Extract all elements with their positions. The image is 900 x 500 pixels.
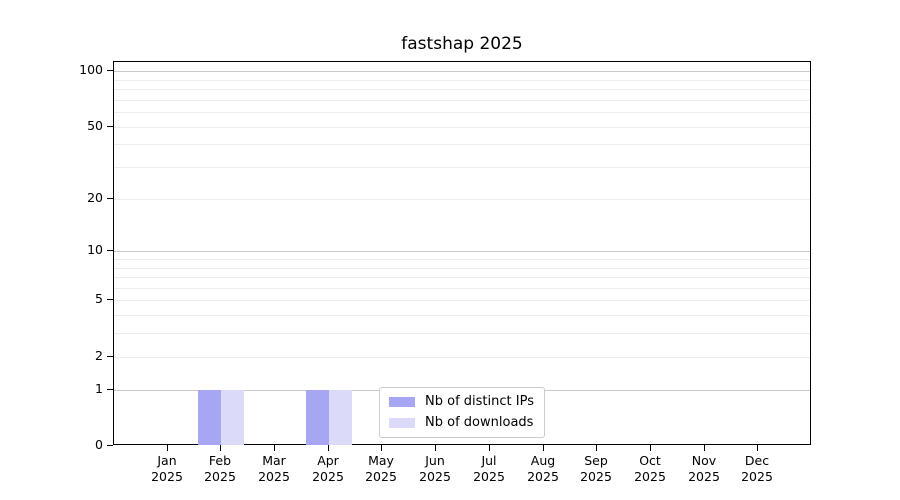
gridline-minor [114, 100, 810, 101]
legend-item: Nb of distinct IPs [389, 394, 534, 410]
legend-swatch [389, 418, 415, 428]
x-tick-mark [704, 445, 705, 451]
gridline-minor [114, 300, 810, 301]
y-tick-label: 1 [40, 381, 103, 397]
gridline-minor [114, 315, 810, 316]
x-tick-month: Dec [725, 453, 789, 469]
legend-label: Nb of downloads [425, 415, 533, 431]
x-tick-mark [435, 445, 436, 451]
plot-area: Nb of distinct IPs Nb of downloads [113, 61, 811, 445]
gridline-minor [114, 268, 810, 269]
x-tick-mark [489, 445, 490, 451]
gridline-minor [114, 167, 810, 168]
gridline-minor [114, 144, 810, 145]
gridline-minor [114, 357, 810, 358]
y-tick-mark [107, 299, 113, 300]
gridline-minor [114, 127, 810, 128]
y-tick-label: 2 [40, 348, 103, 364]
y-tick-mark [107, 198, 113, 199]
x-tick-mark [596, 445, 597, 451]
gridline-major [114, 71, 810, 72]
y-tick-mark [107, 250, 113, 251]
x-tick-mark [274, 445, 275, 451]
gridline-minor [114, 112, 810, 113]
gridline-minor [114, 259, 810, 260]
bar-nb-of-downloads [221, 390, 244, 445]
legend: Nb of distinct IPs Nb of downloads [379, 387, 545, 438]
chart-title: fastshap 2025 [113, 33, 811, 55]
gridline-minor [114, 277, 810, 278]
y-tick-label: 20 [40, 190, 103, 206]
y-tick-mark [107, 389, 113, 390]
gridline-minor [114, 80, 810, 81]
bar-nb-of-distinct-ips [306, 390, 329, 445]
x-tick-mark [543, 445, 544, 451]
y-tick-mark [107, 445, 113, 446]
x-tick-mark [381, 445, 382, 451]
legend-item: Nb of downloads [389, 415, 534, 431]
y-tick-label: 0 [40, 437, 103, 453]
gridline-major [114, 251, 810, 252]
x-tick-year: 2025 [725, 469, 789, 485]
gridline-minor [114, 333, 810, 334]
x-tick-mark [220, 445, 221, 451]
x-tick-mark [757, 445, 758, 451]
y-tick-label: 5 [40, 291, 103, 307]
legend-label: Nb of distinct IPs [425, 394, 534, 410]
y-tick-label: 100 [40, 62, 103, 78]
x-tick-mark [328, 445, 329, 451]
y-tick-label: 10 [40, 242, 103, 258]
y-tick-mark [107, 126, 113, 127]
bar-nb-of-downloads [329, 390, 352, 445]
gridline-minor [114, 288, 810, 289]
x-tick-mark [650, 445, 651, 451]
y-tick-label: 50 [40, 118, 103, 134]
x-tick-mark [167, 445, 168, 451]
y-tick-mark [107, 70, 113, 71]
figure: fastshap 2025 Nb of distinct IPs Nb of do… [0, 0, 900, 500]
y-tick-mark [107, 356, 113, 357]
gridline-minor [114, 199, 810, 200]
bar-nb-of-distinct-ips [198, 390, 221, 445]
gridline-minor [114, 89, 810, 90]
x-tick-label: Dec2025 [725, 453, 789, 485]
legend-swatch [389, 397, 415, 407]
